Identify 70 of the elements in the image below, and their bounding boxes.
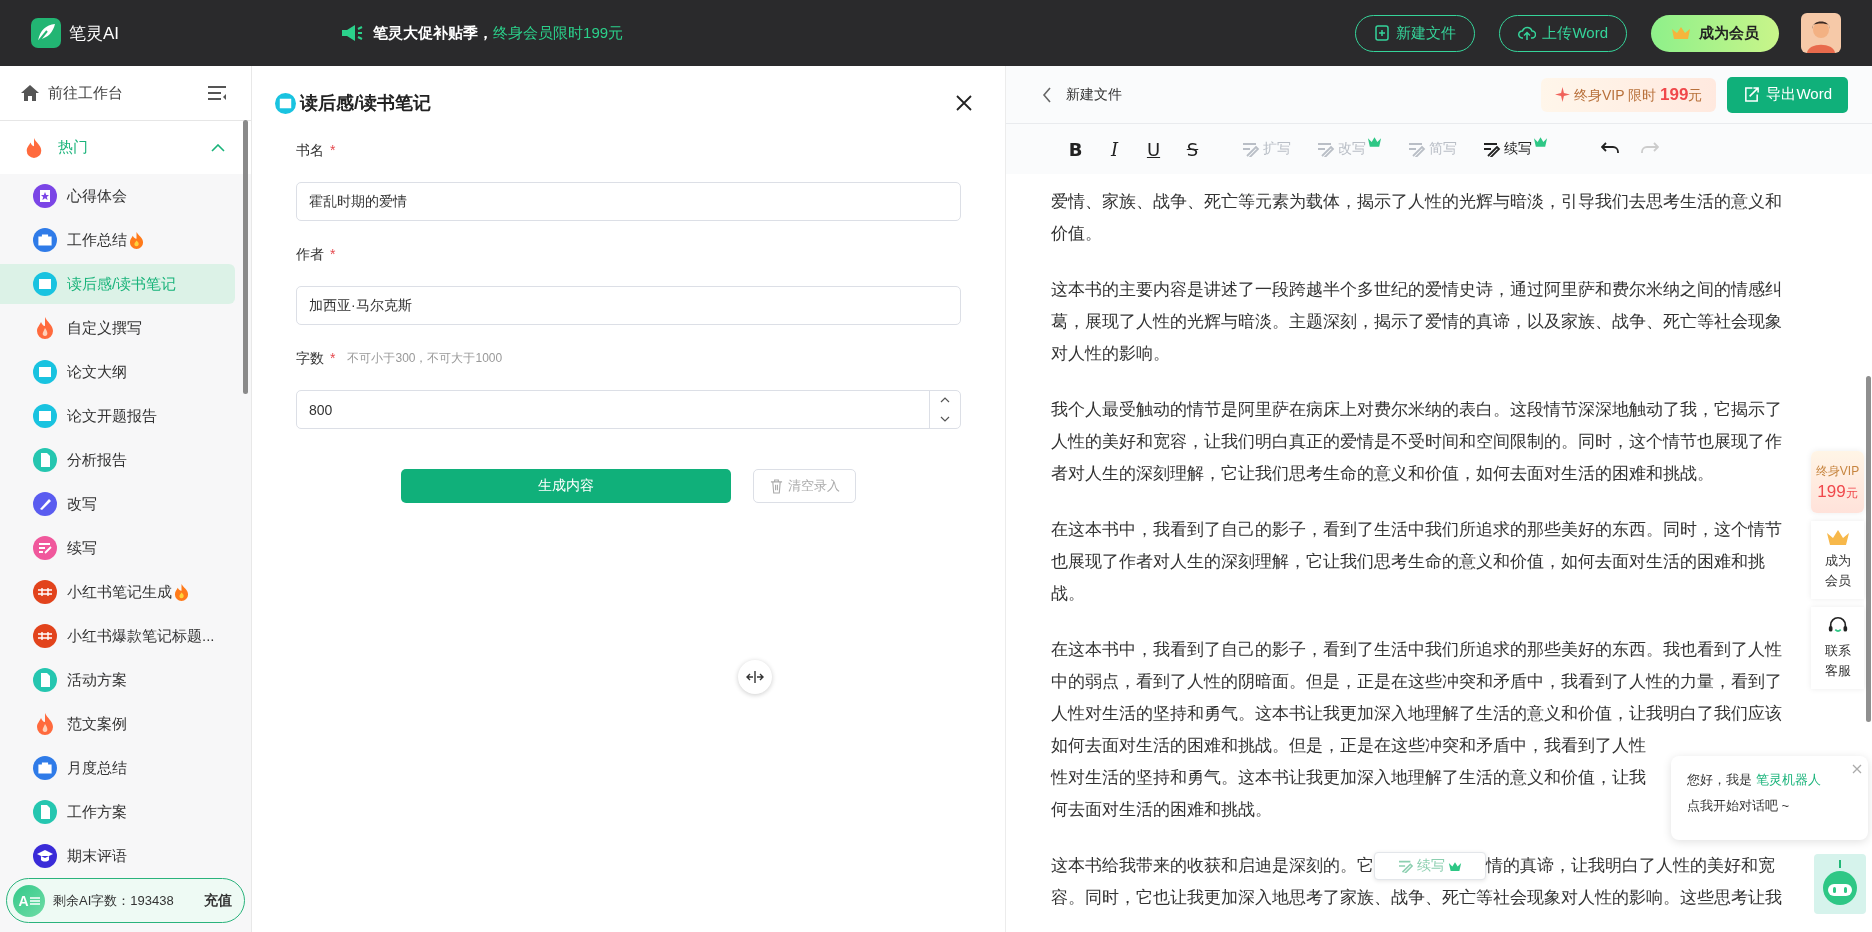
sidebar-item[interactable]: 期末评语 bbox=[0, 836, 235, 876]
text-line: 人性对生活的坚持和勇气。这本书让我更加深入地理解了生活的意义和价值，让我明白了我们应该 bbox=[1051, 703, 1782, 725]
sidebar-item[interactable]: 心得体会 bbox=[0, 176, 235, 216]
text-line: 我个人最受触动的情节是阿里萨在病床上对费尔米纳的表白。这段情节深深地触动了我，它揭示了 bbox=[1051, 399, 1782, 421]
workspace-link[interactable]: 前往工作台 bbox=[48, 83, 123, 103]
text-line: 者对人生的深刻理解，它让我们思考生命的意义和价值，如何去面对生活的困难和挑战。 bbox=[1051, 463, 1714, 485]
input-field[interactable]: 霍乱时期的爱情 bbox=[296, 182, 961, 221]
field-label: 书名 bbox=[296, 141, 324, 160]
membership-label: 成为会员 bbox=[1824, 552, 1851, 590]
recharge-link[interactable]: 充值 bbox=[204, 891, 232, 910]
vip-promo-badge[interactable]: 终身VIP 限时 199元 bbox=[1540, 77, 1717, 112]
required-mark: * bbox=[330, 141, 336, 160]
input-field[interactable]: 加西亚·马尔克斯 bbox=[296, 286, 961, 325]
text-line: 如何去面对生活的困难和挑战。但是，正是在这些冲突和矛盾中，我看到了人性 bbox=[1051, 735, 1646, 757]
membership-button[interactable]: 成为会员 bbox=[1651, 14, 1779, 52]
required-mark: * bbox=[330, 245, 336, 264]
prompt-text: 点我开始对话吧 ~ bbox=[1687, 797, 1791, 815]
form-title: 读后感/读书笔记 bbox=[300, 92, 431, 115]
text-line: 性对生活的坚持和勇气。这本书让我更加深入地理解了生活的意义和价值，让我 bbox=[1051, 767, 1646, 789]
sidebar-item[interactable]: 范文案例 bbox=[0, 704, 235, 744]
promo-label: 终身VIP 限时 199元 bbox=[1573, 84, 1703, 105]
file-name: 新建文件 bbox=[1066, 85, 1122, 104]
text-line: 这本书的主要内容是讲述了一段跨越半个多世纪的爱情史诗，通过阿里萨和费尔米纳之间的情感纠 bbox=[1051, 279, 1782, 301]
ai-tool-button[interactable]: 续写 bbox=[1483, 140, 1548, 158]
sidebar-item[interactable]: 活动方案 bbox=[0, 660, 235, 700]
quota-text: 剩余AI字数：193438 bbox=[53, 891, 174, 910]
text-line: 对人性的影响。 bbox=[1051, 343, 1170, 365]
text-line: 何去面对生活的困难和挑战。 bbox=[1051, 799, 1272, 821]
text-line: 葛，展现了人性的光辉与暗淡。主题深刻，揭示了爱情的真谛，以及家族、战争、死亡等社会现象 bbox=[1051, 311, 1782, 333]
strike-button[interactable]: S bbox=[1173, 138, 1212, 160]
text-line: 在这本书中，我看到了自己的影子，看到了生活中我们所追求的那些美好的东西。同时，这个情节 bbox=[1051, 519, 1782, 541]
text-line: 中的弱点，看到了人性的阴暗面。但是，正是在这些冲突和矛盾中，我看到了人性的力量，看到了 bbox=[1051, 671, 1782, 693]
text-line: 在这本书中，我看到了自己的影子，看到了生活中我们所追求的那些美好的东西。我也看到了人性 bbox=[1051, 639, 1782, 661]
chat-bubble[interactable]: 您好，我是 笔灵机器人 点我开始对话吧 ~ bbox=[1671, 756, 1868, 840]
text-line: 价值。 bbox=[1051, 223, 1102, 245]
sidebar-item[interactable]: 工作总结 bbox=[0, 220, 235, 260]
number-field[interactable]: 800 bbox=[296, 390, 961, 429]
required-mark: * bbox=[330, 349, 336, 368]
sidebar-item[interactable]: 工作方案 bbox=[0, 792, 235, 832]
membership-card[interactable]: 成为会员 bbox=[1811, 521, 1864, 599]
field-label: 作者 bbox=[296, 245, 324, 264]
support-label: 联系客服 bbox=[1824, 642, 1851, 680]
field-label: 字数 bbox=[296, 349, 324, 368]
sidebar-item[interactable]: 自定义撰写 bbox=[0, 308, 235, 348]
text-line: 战。 bbox=[1051, 583, 1085, 605]
text-line: 容。同时，它也让我更加深入地思考了家族、战争、死亡等社会现象对人性的影响。这些思考让我 bbox=[1051, 887, 1782, 909]
bold-button[interactable]: B bbox=[1056, 138, 1095, 160]
sidebar-item[interactable]: 改写 bbox=[0, 484, 235, 524]
sidebar-item[interactable]: 小红书爆款笔记标题... bbox=[0, 616, 235, 656]
promo-text: 笔灵大促补贴季，终身会员限时199元 bbox=[373, 23, 624, 43]
logo-badge: A bbox=[13, 884, 45, 917]
text-line: 这本书给我带来的收获和启迪是深刻的。它 bbox=[1051, 855, 1374, 877]
sidebar-item[interactable]: 论文大纲 bbox=[0, 352, 235, 392]
sidebar-item[interactable]: 月度总结 bbox=[0, 748, 235, 788]
vip-label: 终身VIP bbox=[1815, 462, 1860, 480]
vip-price: 199元 bbox=[1817, 481, 1858, 502]
text-line: 也展现了作者对人生的深刻理解，它让我们思考生命的意义和价值，如何去面对生活的困难和挑 bbox=[1051, 551, 1765, 573]
sidebar-item[interactable]: 续写 bbox=[0, 528, 235, 568]
text-line: 爱情、家族、战争、死亡等元素为载体，揭示了人性的光辉与暗淡，引导我们去思考生活的意义和 bbox=[1051, 191, 1782, 213]
sidebar-item[interactable]: 分析报告 bbox=[0, 440, 235, 480]
sidebar-item[interactable]: 论文开题报告 bbox=[0, 396, 235, 436]
text-line: 情的真谛，让我明白了人性的美好和宽 bbox=[1486, 855, 1775, 877]
underline-button[interactable]: U bbox=[1134, 138, 1173, 160]
sidebar-item[interactable]: 小红书笔记生成 bbox=[0, 572, 235, 612]
support-card[interactable]: 联系客服 bbox=[1811, 607, 1864, 689]
brand-name: 笔灵AI bbox=[69, 22, 120, 45]
field-hint: 不可小于300，不可大于1000 bbox=[347, 350, 503, 367]
greeting-text: 您好，我是 笔灵机器人 bbox=[1687, 771, 1822, 789]
italic-button[interactable]: I bbox=[1095, 138, 1134, 160]
text-line: 人性的美好和宽容，让我们明白真正的爱情是不受时间和空间限制的。同时，这个情节也展现了作 bbox=[1051, 431, 1782, 453]
